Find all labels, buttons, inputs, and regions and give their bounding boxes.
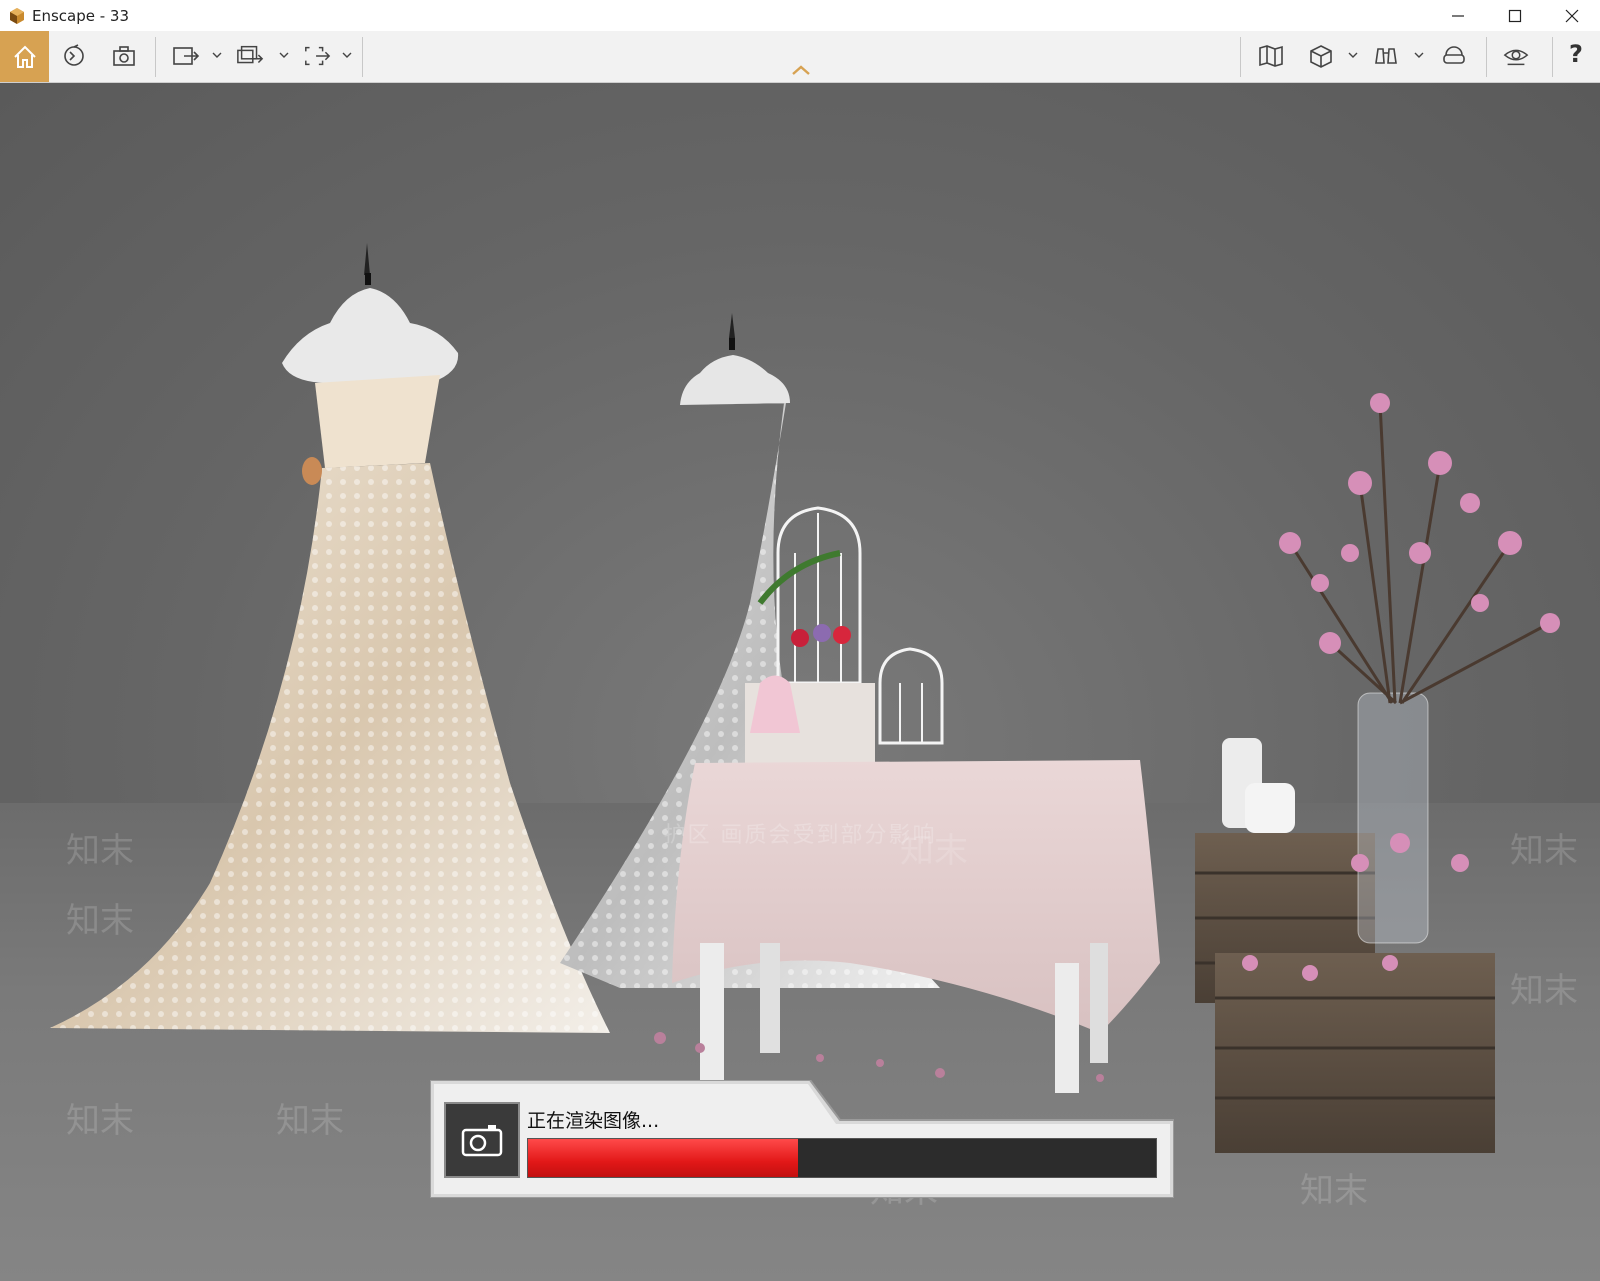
panorama-button[interactable] (303, 42, 331, 70)
batch-dropdown-icon[interactable] (279, 50, 289, 60)
main-toolbar: ? (0, 31, 1600, 83)
screenshot-icon (113, 46, 135, 66)
export-button[interactable] (172, 42, 200, 70)
map-button[interactable] (1257, 42, 1285, 70)
render-progress-panel: 正在渲染图像... (430, 1080, 1174, 1198)
camera-icon (461, 1125, 503, 1157)
visual-settings-button[interactable] (1502, 42, 1530, 70)
title-bar: Enscape - 33 (0, 0, 1600, 31)
close-icon (1565, 9, 1578, 22)
map-icon (1259, 45, 1283, 67)
help-button[interactable]: ? (1565, 40, 1587, 68)
home-icon (13, 45, 36, 68)
mannequin-left (50, 243, 610, 1033)
camera-button (444, 1102, 520, 1178)
close-button[interactable] (1543, 0, 1600, 31)
binoculars-button[interactable] (1372, 42, 1400, 70)
cube-dropdown-icon[interactable] (1348, 50, 1358, 60)
screenshot-button[interactable] (110, 42, 138, 70)
vr-headset-icon (1443, 46, 1465, 64)
panorama-icon (305, 46, 331, 66)
wooden-crates (1195, 738, 1495, 1153)
render-progress-bar (527, 1138, 1157, 1178)
enscape-logo-icon (10, 7, 24, 24)
watermark-logo: 知末 (900, 831, 968, 871)
watermark-logo: 知末 (1300, 1171, 1368, 1211)
birdcage-small (878, 647, 944, 745)
window-title: Enscape - 33 (32, 6, 130, 25)
render-progress-fill (528, 1139, 799, 1177)
batch-render-icon (237, 45, 264, 64)
watermark-logo: 知末 (1510, 831, 1578, 871)
cube-view-icon (1310, 45, 1332, 68)
maximize-button[interactable] (1486, 0, 1543, 31)
chevron-up-icon[interactable] (790, 63, 812, 77)
watermark-logo: 知末 (276, 1101, 344, 1141)
binoculars-dropdown-icon[interactable] (1414, 50, 1424, 60)
render-status-label: 正在渲染图像... (527, 1110, 660, 1132)
export-dropdown-icon[interactable] (212, 50, 222, 60)
vr-headset-button[interactable] (1440, 42, 1468, 70)
watermark-logo: 知末 (66, 1101, 134, 1141)
watermark-logo: 知末 (1510, 971, 1578, 1011)
panorama-dropdown-icon[interactable] (342, 50, 352, 60)
visual-settings-icon (1503, 49, 1529, 66)
watermark-logo: 知末 (66, 831, 134, 871)
watermark-logo: 知末 (66, 901, 134, 941)
minimize-icon (1451, 14, 1464, 17)
sync-icon (64, 44, 84, 66)
minimize-button[interactable] (1429, 0, 1486, 31)
table (672, 760, 1160, 1093)
binoculars-icon (1375, 48, 1397, 64)
export-icon (173, 47, 200, 65)
home-button[interactable] (0, 31, 49, 82)
batch-render-button[interactable] (236, 42, 264, 70)
cube-view-button[interactable] (1307, 42, 1335, 70)
watermark-notice: 护区 画质会受到部分影响 (663, 823, 937, 848)
sync-button[interactable] (60, 42, 88, 70)
maximize-icon (1508, 9, 1521, 22)
